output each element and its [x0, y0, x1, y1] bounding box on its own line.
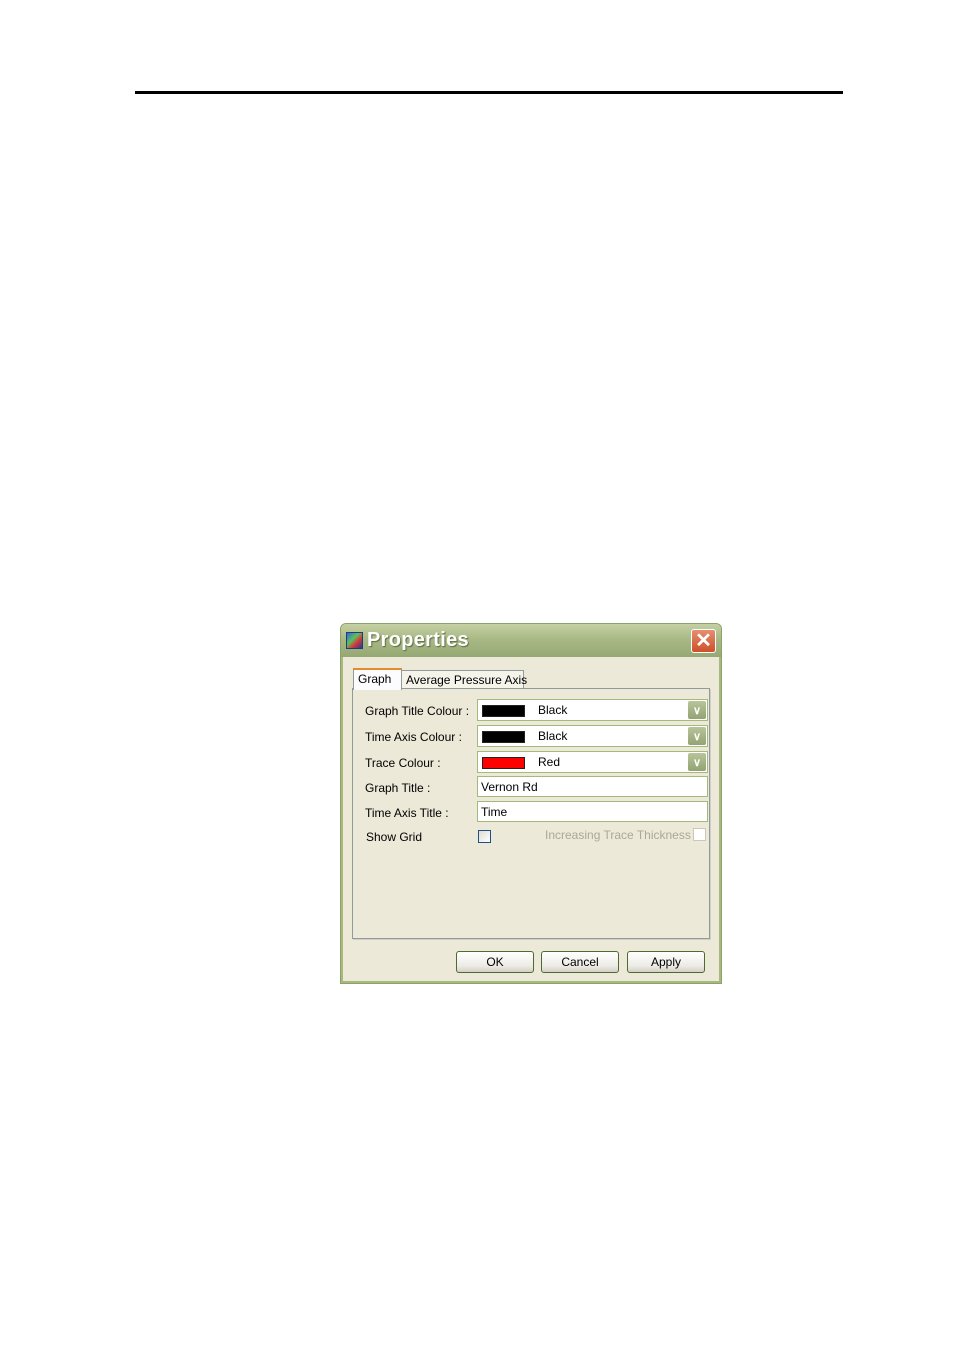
show-grid-label: Show Grid	[366, 830, 423, 844]
graph-title-label: Graph Title :	[365, 781, 431, 795]
app-icon	[346, 632, 363, 649]
apply-button[interactable]: Apply	[627, 951, 705, 973]
graph-title-input[interactable]	[477, 776, 708, 797]
show-grid-checkbox[interactable]	[478, 830, 491, 843]
chevron-down-icon[interactable]: ∨	[688, 701, 706, 719]
graph-title-colour-swatch	[482, 705, 525, 717]
time-axis-colour-select[interactable]: Black ∨	[477, 725, 708, 747]
title-bar[interactable]: Properties ✕	[341, 624, 721, 657]
dialog-title: Properties	[367, 629, 469, 651]
chevron-down-icon[interactable]: ∨	[688, 753, 706, 771]
page-header-rule	[135, 91, 843, 94]
time-axis-title-label: Time Axis Title :	[365, 806, 449, 820]
trace-colour-label: Trace Colour :	[365, 756, 441, 770]
close-button[interactable]: ✕	[691, 629, 716, 653]
time-axis-title-input[interactable]	[477, 801, 708, 822]
trace-colour-value: Red	[538, 755, 561, 769]
graph-title-colour-label: Graph Title Colour :	[365, 704, 470, 718]
tab-average-pressure-axis[interactable]: Average Pressure Axis	[401, 670, 527, 689]
graph-title-colour-value: Black	[538, 703, 568, 717]
properties-dialog: Properties ✕ Graph Average Pressure Axis…	[340, 623, 722, 984]
graph-tab-panel: Graph Title Colour : Black ∨ Time Axis C…	[352, 688, 710, 939]
increasing-trace-thickness-label: Increasing Trace Thickness	[545, 828, 691, 842]
cancel-button[interactable]: Cancel	[541, 951, 619, 973]
chevron-down-icon[interactable]: ∨	[688, 727, 706, 745]
time-axis-colour-label: Time Axis Colour :	[365, 730, 462, 744]
ok-button[interactable]: OK	[456, 951, 534, 973]
increasing-trace-thickness-checkbox[interactable]	[693, 828, 706, 841]
time-axis-colour-swatch	[482, 731, 525, 743]
trace-colour-swatch	[482, 757, 525, 769]
time-axis-colour-value: Black	[538, 729, 568, 743]
graph-title-colour-select[interactable]: Black ∨	[477, 699, 708, 721]
close-icon: ✕	[695, 630, 712, 652]
tab-graph[interactable]: Graph	[353, 668, 402, 690]
trace-colour-select[interactable]: Red ∨	[477, 751, 708, 773]
